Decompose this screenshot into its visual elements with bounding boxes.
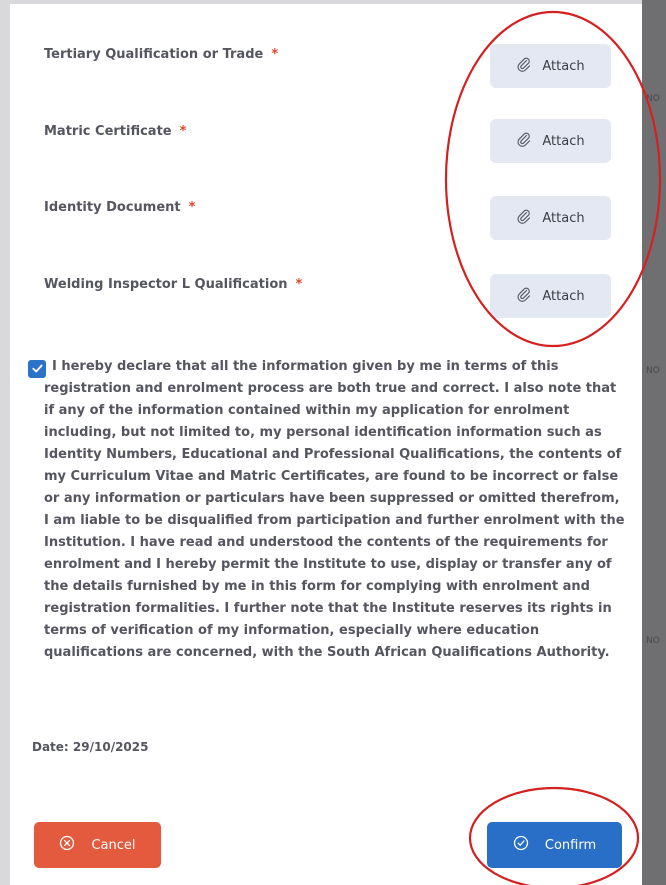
declaration-text: I hereby declare that all the informatio…	[44, 359, 625, 660]
field-label: Welding Inspector L Qualification *	[44, 277, 303, 292]
attach-button-label: Attach	[542, 58, 585, 74]
overlay-text: NO	[646, 94, 660, 104]
attach-button-label: Attach	[542, 288, 585, 304]
close-circle-icon	[59, 835, 75, 855]
paperclip-icon	[516, 208, 532, 228]
confirm-button-label: Confirm	[544, 837, 597, 853]
required-marker: *	[188, 200, 196, 215]
attach-button-identity-document[interactable]: Attach	[490, 196, 611, 240]
attach-button-welding-inspector[interactable]: Attach	[490, 274, 611, 318]
checkmark-icon	[31, 360, 44, 379]
date-text: Date: 29/10/2025	[32, 740, 149, 754]
attachments-dialog: Tertiary Qualification or Trade * Attach …	[10, 4, 642, 885]
attach-button-tertiary-qualification[interactable]: Attach	[490, 44, 611, 88]
attach-button-label: Attach	[542, 133, 585, 149]
required-marker: *	[271, 47, 279, 62]
field-label: Matric Certificate *	[44, 124, 187, 139]
field-label: Tertiary Qualification or Trade *	[44, 47, 279, 62]
background-overlay: NO NO NO	[642, 0, 666, 885]
attach-button-label: Attach	[542, 210, 585, 226]
overlay-text: NO	[646, 366, 660, 376]
field-label: Identity Document *	[44, 200, 196, 215]
paperclip-icon	[516, 56, 532, 76]
paperclip-icon	[516, 286, 532, 306]
paperclip-icon	[516, 131, 532, 151]
cancel-button[interactable]: Cancel	[34, 822, 161, 868]
check-circle-icon	[513, 835, 529, 855]
overlay-text: NO	[646, 636, 660, 646]
attach-button-matric-certificate[interactable]: Attach	[490, 119, 611, 163]
cancel-button-label: Cancel	[91, 837, 136, 853]
required-marker: *	[295, 277, 303, 292]
confirm-button[interactable]: Confirm	[487, 822, 622, 868]
required-marker: *	[179, 124, 187, 139]
